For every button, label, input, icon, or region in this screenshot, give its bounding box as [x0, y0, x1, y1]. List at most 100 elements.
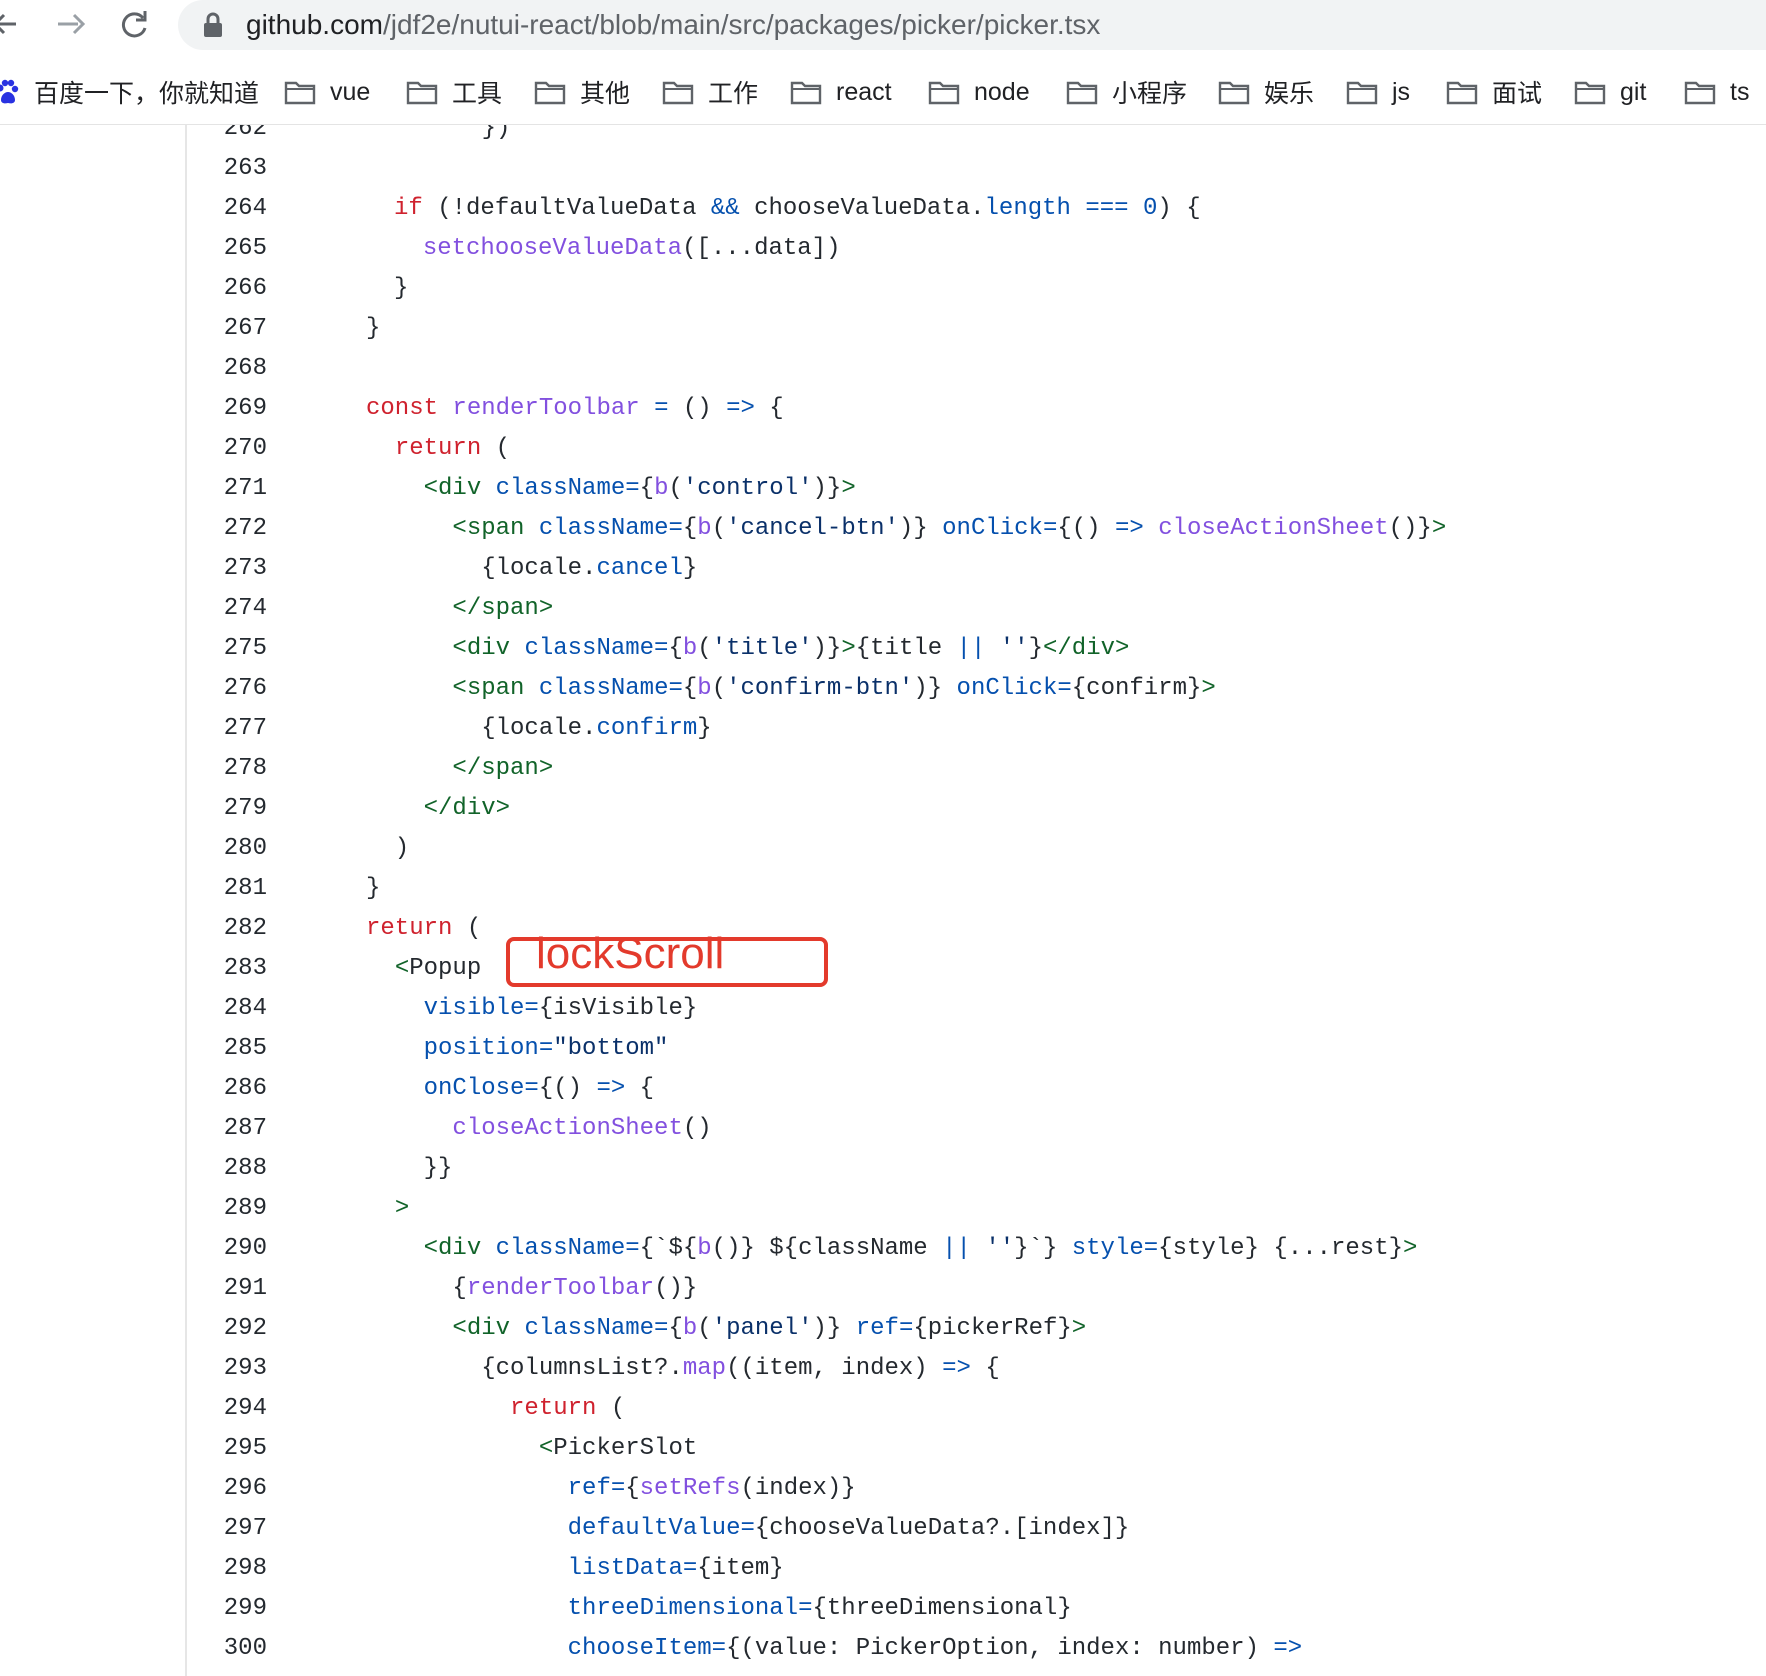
code-line: 282 return ( [0, 909, 1766, 949]
bookmark-label: 百度一下，你就知道 [34, 80, 260, 108]
line-number[interactable]: 277 [224, 709, 267, 749]
bookmark-ts[interactable]: ts [1684, 70, 1749, 114]
code-token: ( [422, 195, 452, 222]
line-number[interactable]: 293 [224, 1349, 267, 1389]
line-number[interactable]: 262 [224, 125, 267, 149]
code-text: <span className={b('cancel-btn')} onClic… [366, 509, 1446, 549]
code-token: className= [524, 1315, 669, 1342]
line-number[interactable]: 286 [224, 1069, 267, 1109]
code-token: return [394, 435, 482, 462]
line-number[interactable]: 272 [224, 509, 267, 549]
reload-button[interactable] [112, 2, 156, 46]
line-number[interactable]: 298 [224, 1549, 267, 1589]
line-number[interactable]: 274 [224, 589, 267, 629]
line-number[interactable]: 288 [224, 1149, 267, 1189]
line-number[interactable]: 300 [224, 1629, 267, 1669]
forward-button[interactable] [48, 2, 92, 46]
line-number[interactable]: 296 [224, 1469, 267, 1509]
code-token: () [682, 1115, 712, 1142]
code-token: 'panel' [711, 1315, 813, 1342]
line-number[interactable]: 294 [224, 1389, 267, 1429]
bookmark-小程序[interactable]: 小程序 [1066, 70, 1187, 114]
line-number[interactable]: 273 [224, 549, 267, 589]
line-number[interactable]: 276 [224, 669, 267, 709]
line-number[interactable]: 291 [224, 1269, 267, 1309]
line-number[interactable]: 297 [224, 1509, 267, 1549]
line-number[interactable]: 268 [224, 349, 267, 389]
code-text: position="bottom" [366, 1029, 669, 1069]
line-number[interactable]: 264 [224, 189, 267, 229]
code-token: </span> [452, 595, 554, 622]
bookmark-其他[interactable]: 其他 [534, 70, 630, 114]
back-button[interactable] [0, 2, 30, 46]
code-text: }) [424, 125, 511, 149]
bookmark-面试[interactable]: 面试 [1446, 70, 1542, 114]
bookmark-node[interactable]: node [928, 70, 1030, 114]
bookmark-label: ts [1730, 77, 1750, 106]
bookmark-vue[interactable]: vue [284, 70, 370, 114]
code-token: chooseValueData. [739, 195, 985, 222]
code-token: {columnsList?. [366, 1355, 683, 1382]
code-token: <div [423, 475, 482, 502]
line-number[interactable]: 271 [224, 469, 267, 509]
code-token: setchooseValueData [422, 235, 683, 262]
code-text: onClose={() => { [366, 1069, 654, 1109]
line-number[interactable]: 270 [224, 429, 267, 469]
code-token: ([...data]) [682, 235, 841, 262]
line-number[interactable]: 263 [224, 149, 267, 189]
code-text: {columnsList?.map((item, index) => { [366, 1349, 1000, 1389]
line-number[interactable]: 283 [224, 949, 267, 989]
line-number[interactable]: 292 [224, 1309, 267, 1349]
code-text: defaultValue={chooseValueData?.[index]} [366, 1509, 1130, 1549]
code-line: 298 listData={item} [0, 1549, 1766, 1589]
line-number[interactable]: 299 [224, 1589, 267, 1629]
code-text: const renderToolbar = () => { [366, 389, 784, 429]
bookmark-工作[interactable]: 工作 [662, 70, 758, 114]
bookmark-工具[interactable]: 工具 [406, 70, 502, 114]
bookmark-react[interactable]: react [790, 70, 892, 114]
bookmark-git[interactable]: git [1574, 70, 1646, 114]
line-number[interactable]: 290 [224, 1229, 267, 1269]
code-token: ()} ${className [711, 1235, 943, 1262]
code-token: '' [999, 635, 1029, 662]
line-number[interactable]: 269 [224, 389, 267, 429]
line-number[interactable]: 282 [224, 909, 267, 949]
bookmark-baidu[interactable]: 百度一下，你就知道 [0, 70, 259, 114]
code-token: renderToolbar [466, 1275, 655, 1302]
code-line: 262 }) [0, 125, 1766, 149]
code-token: Popup [409, 955, 482, 982]
folder-icon [928, 81, 960, 105]
line-number[interactable]: 267 [224, 309, 267, 349]
line-number[interactable]: 279 [224, 789, 267, 829]
code-token: <span [452, 675, 525, 702]
code-token: > [841, 635, 856, 662]
code-token: < [394, 955, 410, 982]
line-number[interactable]: 275 [224, 629, 267, 669]
line-number[interactable]: 289 [224, 1189, 267, 1229]
code-text: } [366, 869, 380, 909]
code-text: } [394, 269, 408, 309]
line-number[interactable]: 278 [224, 749, 267, 789]
line-number[interactable]: 281 [224, 869, 267, 909]
code-token: { [668, 1315, 683, 1342]
line-number[interactable]: 280 [224, 829, 267, 869]
line-number[interactable]: 284 [224, 989, 267, 1029]
line-number[interactable]: 295 [224, 1429, 267, 1469]
line-number[interactable]: 287 [224, 1109, 267, 1149]
line-number[interactable]: 265 [224, 229, 267, 269]
code-token: b [697, 515, 712, 542]
line-number[interactable]: 285 [224, 1029, 267, 1069]
bookmark-js[interactable]: js [1346, 70, 1410, 114]
code-text: chooseItem={(value: PickerOption, index:… [366, 1629, 1303, 1669]
bookmark-娱乐[interactable]: 娱乐 [1218, 70, 1314, 114]
line-number[interactable]: 266 [224, 269, 267, 309]
url-text[interactable]: github.com/jdf2e/nutui-react/blob/main/s… [246, 8, 1100, 42]
